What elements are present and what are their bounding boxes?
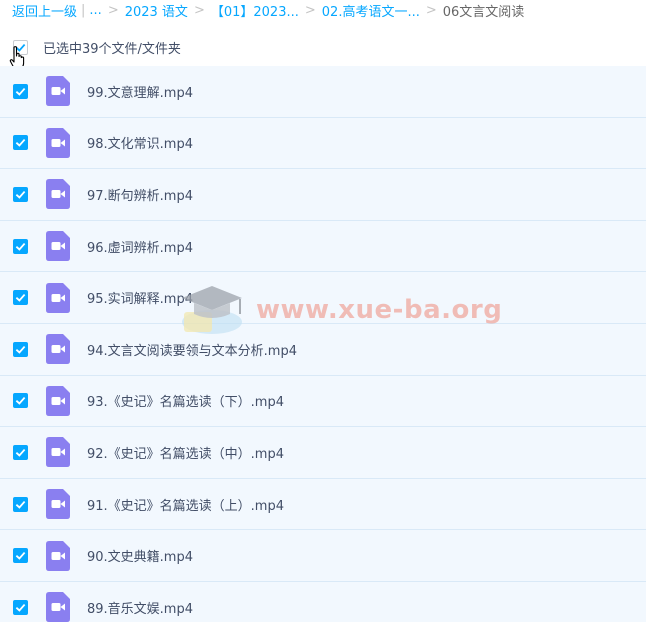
row-checkbox[interactable]	[13, 135, 28, 151]
row-checkbox[interactable]	[13, 444, 28, 460]
video-file-icon	[46, 179, 70, 210]
file-name[interactable]: 90.文史典籍.mp4	[87, 546, 193, 565]
file-manager-page: 返回上一级 | ... > 2023 语文 > 【01】2023... > 02…	[0, 0, 646, 622]
row-checkbox[interactable]	[13, 548, 28, 564]
breadcrumb-separator-icon: >	[304, 2, 316, 18]
check-icon	[15, 552, 26, 560]
row-checkbox[interactable]	[13, 290, 28, 306]
file-row[interactable]: 91.《史记》名篇选读（上）.mp4	[0, 478, 646, 531]
row-checkbox[interactable]	[13, 496, 28, 512]
check-icon	[15, 397, 26, 406]
file-row[interactable]: 90.文史典籍.mp4	[0, 530, 646, 582]
check-icon	[15, 448, 26, 457]
file-row[interactable]: 92.《史记》名篇选读（中）.mp4	[0, 427, 646, 479]
file-name[interactable]: 97.断句辨析.mp4	[87, 185, 193, 204]
check-icon	[15, 242, 26, 251]
file-row[interactable]: 95.实词解释.mp4	[0, 272, 646, 324]
video-file-icon	[46, 489, 70, 520]
video-file-icon	[46, 385, 70, 416]
video-file-icon	[46, 127, 70, 158]
file-row[interactable]: 96.虚词辨析.mp4	[0, 220, 646, 273]
selection-header: 已选中39个文件/文件夹	[0, 34, 646, 60]
breadcrumb-divider: |	[81, 2, 86, 18]
check-icon	[15, 43, 26, 52]
breadcrumb-ellipsis[interactable]: ...	[89, 3, 101, 18]
file-row[interactable]: 93.《史记》名篇选读（下）.mp4	[0, 375, 646, 428]
video-file-icon	[46, 231, 70, 262]
breadcrumb-current: 06文言文阅读	[442, 4, 525, 20]
check-icon	[15, 139, 26, 148]
file-row[interactable]: 97.断句辨析.mp4	[0, 169, 646, 221]
check-icon	[15, 500, 26, 509]
check-icon	[15, 345, 26, 354]
row-checkbox[interactable]	[13, 599, 28, 615]
file-list: 99.文意理解.mp4 98.文化常识.mp4 97.断句辨析.mp4 96.虚词辨析…	[0, 66, 646, 622]
file-name[interactable]: 91.《史记》名篇选读（上）.mp4	[87, 495, 284, 514]
video-file-icon	[46, 76, 70, 107]
file-row[interactable]: 99.文意理解.mp4	[0, 66, 646, 118]
file-name[interactable]: 89.音乐文娱.mp4	[87, 598, 193, 617]
breadcrumb-separator-icon: >	[193, 2, 205, 18]
file-row[interactable]: 94.文言文阅读要领与文本分析.mp4	[0, 323, 646, 376]
back-link[interactable]: 返回上一级	[12, 1, 77, 20]
video-file-icon	[46, 437, 70, 468]
selection-count: 已选中39个文件/文件夹	[43, 41, 181, 57]
file-name[interactable]: 99.文意理解.mp4	[87, 82, 193, 101]
breadcrumb-item[interactable]: 2023 语文	[125, 1, 188, 20]
breadcrumb-separator-icon: >	[107, 2, 119, 18]
row-checkbox[interactable]	[13, 238, 28, 254]
video-file-icon	[46, 282, 70, 313]
check-icon	[15, 603, 26, 612]
file-name[interactable]: 92.《史记》名篇选读（中）.mp4	[87, 443, 284, 462]
check-icon	[15, 294, 26, 302]
breadcrumb: 返回上一级 | ... > 2023 语文 > 【01】2023... > 02…	[12, 0, 524, 20]
file-row[interactable]: 89.音乐文娱.mp4	[0, 581, 646, 622]
breadcrumb-separator-icon: >	[425, 2, 437, 18]
video-file-icon	[46, 334, 70, 365]
file-name[interactable]: 94.文言文阅读要领与文本分析.mp4	[87, 340, 297, 359]
select-all-checkbox[interactable]	[13, 39, 28, 55]
file-name[interactable]: 95.实词解释.mp4	[87, 288, 193, 307]
file-name[interactable]: 93.《史记》名篇选读（下）.mp4	[87, 391, 284, 410]
file-name[interactable]: 96.虚词辨析.mp4	[87, 237, 193, 256]
breadcrumb-item[interactable]: 【01】2023...	[211, 1, 299, 20]
file-name[interactable]: 98.文化常识.mp4	[87, 133, 193, 152]
row-checkbox[interactable]	[13, 393, 28, 409]
row-checkbox[interactable]	[13, 341, 28, 357]
check-icon	[15, 87, 26, 96]
file-row[interactable]: 98.文化常识.mp4	[0, 117, 646, 170]
row-checkbox[interactable]	[13, 83, 28, 99]
check-icon	[15, 190, 26, 199]
video-file-icon	[46, 540, 70, 571]
row-checkbox[interactable]	[13, 186, 28, 202]
video-file-icon	[46, 592, 70, 622]
breadcrumb-item[interactable]: 02.高考语文一...	[322, 1, 420, 20]
